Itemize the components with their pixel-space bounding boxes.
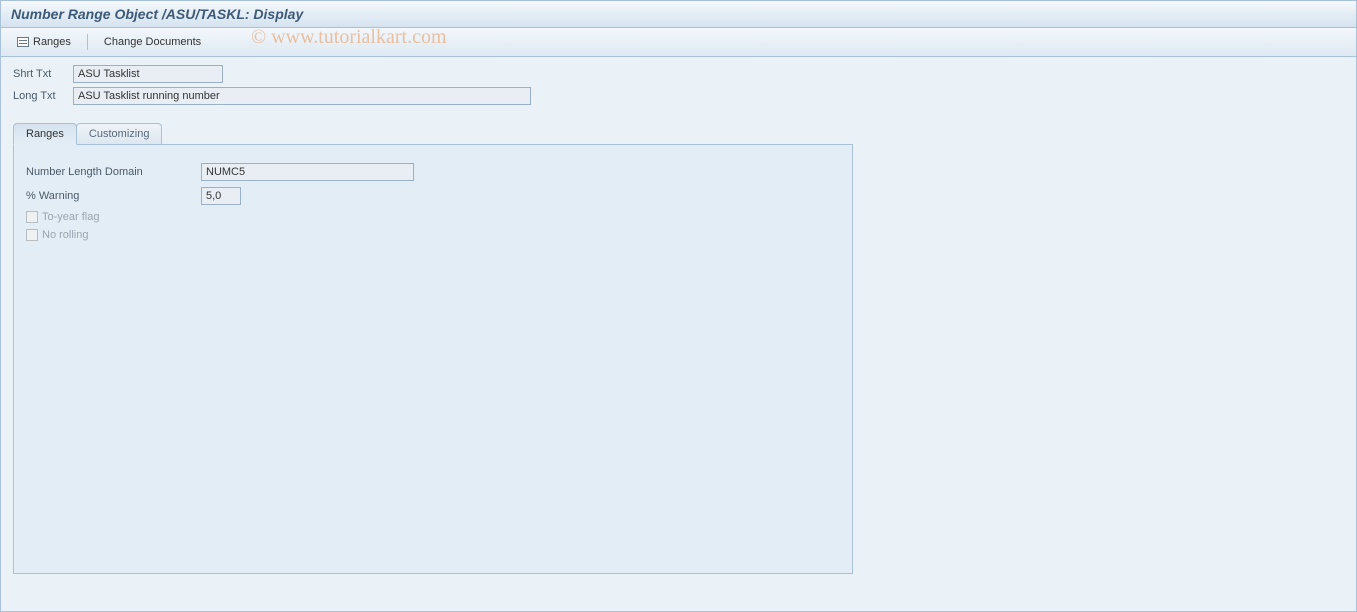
tab-ranges-label: Ranges [26, 128, 64, 140]
warning-field: 5,0 [201, 187, 241, 205]
tab-container: Ranges Customizing Number Length Domain … [13, 123, 853, 574]
warning-label: % Warning [26, 190, 201, 202]
ranges-icon [17, 37, 29, 47]
short-text-row: Shrt Txt ASU Tasklist [13, 65, 1344, 83]
tab-ranges[interactable]: Ranges [13, 123, 77, 145]
long-text-row: Long Txt ASU Tasklist running number [13, 87, 1344, 105]
watermark-text: © www.tutorialkart.com [251, 26, 447, 49]
tab-customizing-label: Customizing [89, 128, 150, 140]
to-year-flag-label: To-year flag [42, 211, 99, 223]
no-rolling-label: No rolling [42, 229, 88, 241]
tab-panel-wrap: Ranges Customizing Number Length Domain … [1, 113, 1356, 586]
number-length-domain-row: Number Length Domain NUMC5 [26, 163, 840, 181]
toolbar-separator [87, 34, 88, 50]
ranges-button-label: Ranges [33, 36, 71, 48]
tab-strip: Ranges Customizing [13, 123, 853, 144]
long-text-label: Long Txt [13, 90, 73, 102]
number-length-domain-field: NUMC5 [201, 163, 414, 181]
short-text-field: ASU Tasklist [73, 65, 223, 83]
to-year-flag-checkbox [26, 211, 38, 223]
to-year-flag-row: To-year flag [26, 211, 840, 223]
long-text-field: ASU Tasklist running number [73, 87, 531, 105]
change-documents-button[interactable]: Change Documents [96, 33, 209, 51]
ranges-toolbar-button[interactable]: Ranges [9, 33, 79, 51]
change-documents-label: Change Documents [104, 36, 201, 48]
no-rolling-row: No rolling [26, 229, 840, 241]
page-title: Number Range Object /ASU/TASKL: Display [11, 6, 303, 22]
ranges-tab-body: Number Length Domain NUMC5 % Warning 5,0… [13, 144, 853, 574]
warning-row: % Warning 5,0 [26, 187, 840, 205]
number-length-domain-label: Number Length Domain [26, 166, 201, 178]
no-rolling-checkbox [26, 229, 38, 241]
main-window: Number Range Object /ASU/TASKL: Display … [0, 0, 1357, 612]
toolbar: Ranges Change Documents © www.tutorialka… [1, 28, 1356, 57]
header-fields: Shrt Txt ASU Tasklist Long Txt ASU Taskl… [1, 57, 1356, 113]
short-text-label: Shrt Txt [13, 68, 73, 80]
title-bar: Number Range Object /ASU/TASKL: Display [1, 1, 1356, 28]
tab-customizing[interactable]: Customizing [76, 123, 163, 144]
